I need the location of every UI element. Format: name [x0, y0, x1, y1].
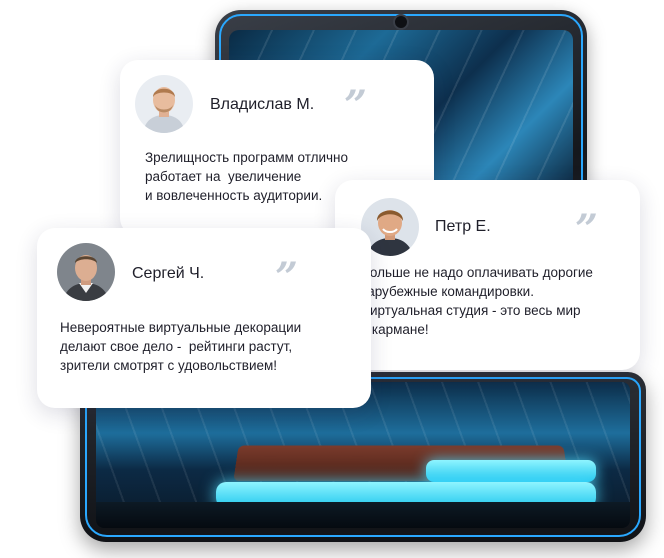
review-text-line: зарубежные командировки. — [361, 284, 534, 299]
camera-icon — [393, 14, 409, 30]
review-text-line: Зрелищность программ отлично — [145, 150, 349, 165]
studio-floor — [96, 502, 630, 528]
review-card-sergey: Сергей Ч. ” Невероятные виртуальные деко… — [37, 228, 371, 408]
review-text-line: Невероятные виртуальные декорации — [60, 320, 302, 335]
person-avatar-icon — [57, 243, 115, 301]
review-text: Зрелищность программ отлично работает на… — [145, 148, 348, 205]
quote-icon: ” — [275, 254, 302, 301]
review-text-line: Виртуальная студия - это весь мир — [361, 303, 581, 318]
reviewer-name: Сергей Ч. — [132, 265, 205, 282]
quote-icon: ” — [575, 206, 602, 253]
reviewer-name: Владислав М. — [210, 96, 315, 113]
review-card-petr: Петр Е. ” Больше не надо оплачивать доро… — [335, 180, 640, 370]
review-text-line: и вовлеченность аудитории. — [145, 188, 323, 203]
review-text-line: в кармане! — [361, 322, 429, 337]
person-avatar-icon — [135, 75, 193, 133]
avatar — [57, 243, 115, 301]
studio-light-strip-upper — [426, 460, 596, 482]
review-text-line: работает на увеличение — [145, 169, 302, 184]
reviewer-name: Петр Е. — [435, 218, 491, 235]
review-text-line: Больше не надо оплачивать дорогие — [361, 265, 593, 280]
review-text-line: делают свое дело - рейтинги растут, — [60, 339, 293, 354]
review-text: Невероятные виртуальные декорации делают… — [60, 318, 301, 375]
review-text: Больше не надо оплачивать дорогие зарубе… — [361, 263, 593, 339]
review-text-line: зрители смотрят с удовольствием! — [60, 358, 278, 373]
avatar — [135, 75, 193, 133]
quote-icon: ” — [344, 82, 371, 129]
